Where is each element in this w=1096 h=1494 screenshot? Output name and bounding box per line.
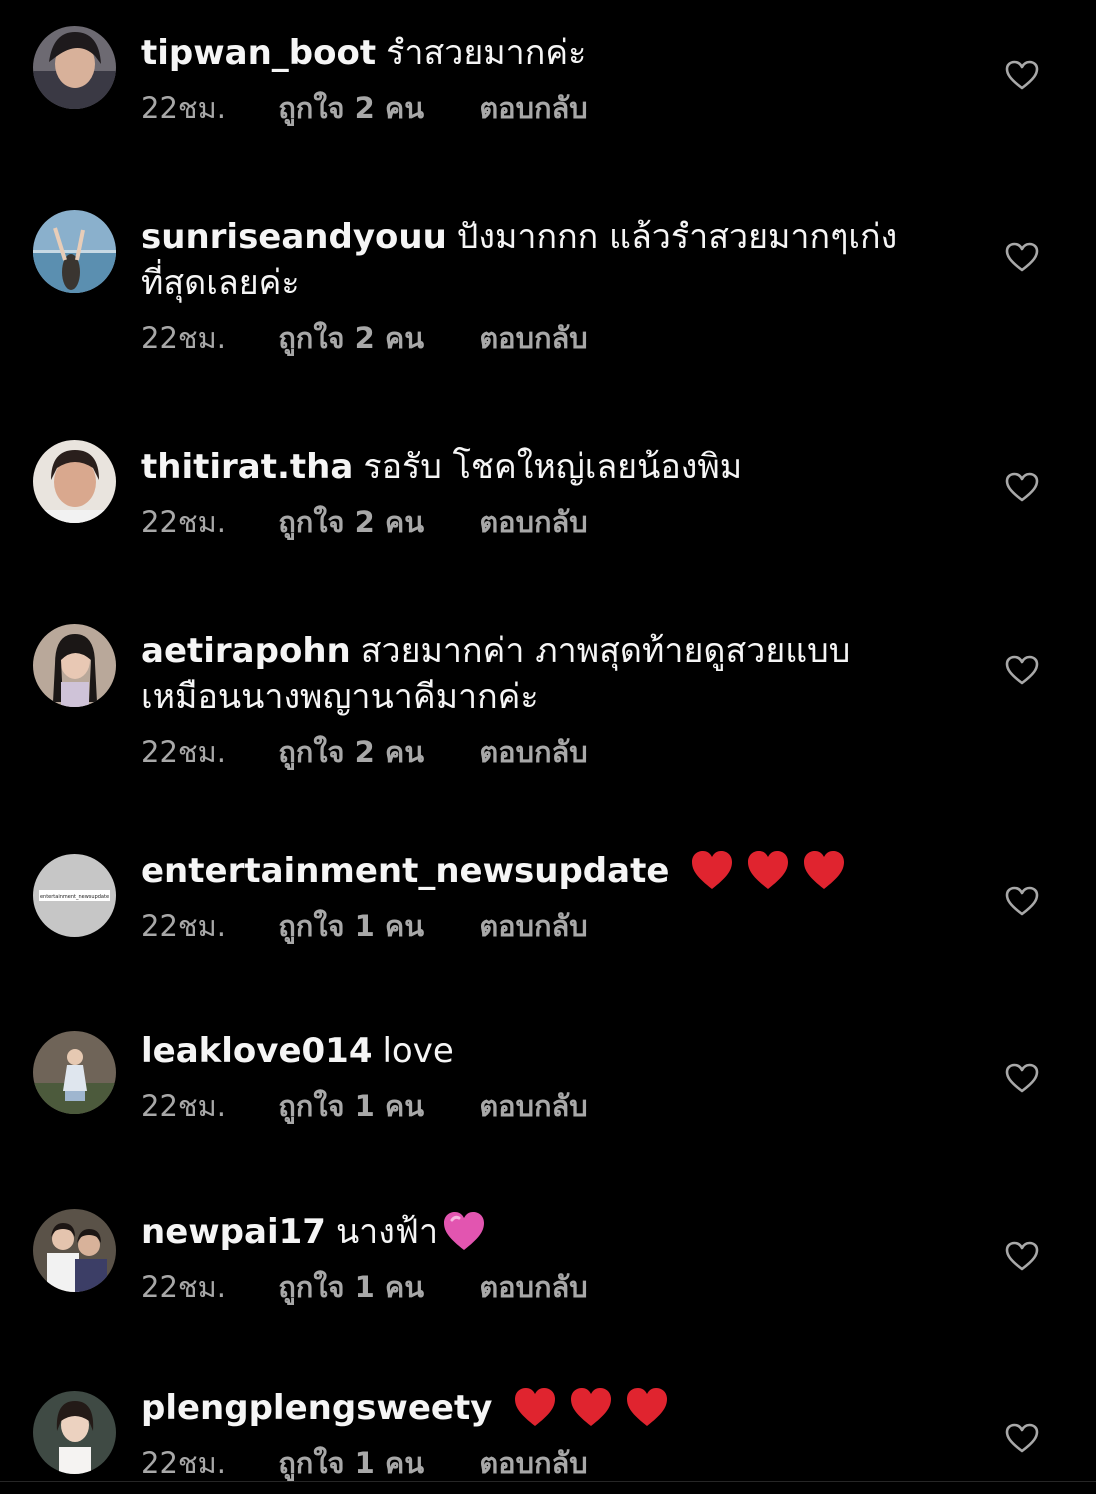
heart-outline-icon — [1005, 472, 1039, 502]
avatar[interactable] — [33, 624, 116, 707]
comment-username[interactable]: leaklove014 — [141, 1031, 372, 1071]
comment-username[interactable]: entertainment_newsupdate — [141, 851, 669, 891]
heart-outline-icon — [1005, 1063, 1039, 1093]
pink-heart-emoji — [444, 1211, 485, 1250]
comment-text: love — [382, 1031, 454, 1071]
heart-outline-icon — [1005, 886, 1039, 916]
red-heart-emoji — [515, 1387, 556, 1426]
red-heart-emoji — [748, 850, 789, 889]
like-button[interactable] — [1002, 1236, 1042, 1276]
heart-outline-icon — [1005, 60, 1039, 90]
like-button[interactable] — [1002, 650, 1042, 690]
comment-meta: 22ชม. ถูกใจ 1 คน ตอบกลับ — [141, 1267, 921, 1307]
comment-time: 22ชม. — [141, 735, 226, 769]
comment-meta: 22ชม. ถูกใจ 1 คน ตอบกลับ — [141, 1086, 921, 1126]
comment-time: 22ชม. — [141, 91, 226, 125]
comment-meta: 22ชม. ถูกใจ 2 คน ตอบกลับ — [141, 502, 921, 542]
comment-meta: 22ชม. ถูกใจ 2 คน ตอบกลับ — [141, 88, 921, 128]
red-heart-emoji — [571, 1387, 612, 1426]
divider — [0, 1481, 1096, 1482]
like-button[interactable] — [1002, 237, 1042, 277]
comment-time: 22ชม. — [141, 1270, 226, 1304]
comment-likes[interactable]: ถูกใจ 1 คน — [278, 1086, 424, 1126]
avatar[interactable]: entertainment_newsupdate — [33, 854, 116, 937]
comment-likes[interactable]: ถูกใจ 1 คน — [278, 1443, 424, 1483]
avatar[interactable] — [33, 440, 116, 523]
comment-likes[interactable]: ถูกใจ 1 คน — [278, 1267, 424, 1307]
comment-username[interactable]: aetirapohn — [141, 631, 351, 671]
avatar[interactable] — [33, 210, 116, 293]
avatar[interactable] — [33, 26, 116, 109]
comment-likes[interactable]: ถูกใจ 2 คน — [278, 318, 424, 358]
heart-outline-icon — [1005, 1241, 1039, 1271]
comment-time: 22ชม. — [141, 1446, 226, 1480]
reply-button[interactable]: ตอบกลับ — [479, 502, 587, 542]
reply-button[interactable]: ตอบกลับ — [479, 732, 587, 772]
comment-text: นางฟ้า — [335, 1212, 439, 1252]
comment-time: 22ชม. — [141, 505, 226, 539]
like-button[interactable] — [1002, 881, 1042, 921]
reply-button[interactable]: ตอบกลับ — [479, 1086, 587, 1126]
like-button[interactable] — [1002, 55, 1042, 95]
comment-username[interactable]: newpai17 — [141, 1212, 326, 1252]
avatar[interactable] — [33, 1209, 116, 1292]
comment-meta: 22ชม. ถูกใจ 1 คน ตอบกลับ — [141, 906, 921, 946]
comment-meta: 22ชม. ถูกใจ 2 คน ตอบกลับ — [141, 318, 921, 358]
comment-username[interactable]: tipwan_boot — [141, 33, 376, 73]
comment-meta: 22ชม. ถูกใจ 1 คน ตอบกลับ — [141, 1443, 921, 1483]
comment-likes[interactable]: ถูกใจ 1 คน — [278, 906, 424, 946]
avatar[interactable] — [33, 1031, 116, 1114]
red-heart-emoji — [627, 1387, 668, 1426]
heart-outline-icon — [1005, 655, 1039, 685]
comment-text: รอรับ โชคใหญ่เลยน้องพิม — [363, 447, 743, 487]
comment-likes[interactable]: ถูกใจ 2 คน — [278, 732, 424, 772]
red-heart-emoji — [804, 850, 845, 889]
red-heart-emoji — [692, 850, 733, 889]
reply-button[interactable]: ตอบกลับ — [479, 88, 587, 128]
comment-username[interactable]: plengplengsweety — [141, 1388, 492, 1428]
comment-likes[interactable]: ถูกใจ 2 คน — [278, 502, 424, 542]
comment-text: รำสวยมากค่ะ — [386, 33, 587, 73]
reply-button[interactable]: ตอบกลับ — [479, 318, 587, 358]
avatar-label: entertainment_newsupdate — [40, 894, 109, 900]
reply-button[interactable]: ตอบกลับ — [479, 1267, 587, 1307]
comment-time: 22ชม. — [141, 1089, 226, 1123]
heart-outline-icon — [1005, 1423, 1039, 1453]
like-button[interactable] — [1002, 467, 1042, 507]
comment-time: 22ชม. — [141, 909, 226, 943]
heart-outline-icon — [1005, 242, 1039, 272]
comment-username[interactable]: sunriseandyouu — [141, 217, 447, 257]
comment-time: 22ชม. — [141, 321, 226, 355]
comment-meta: 22ชม. ถูกใจ 2 คน ตอบกลับ — [141, 732, 921, 772]
reply-button[interactable]: ตอบกลับ — [479, 906, 587, 946]
reply-button[interactable]: ตอบกลับ — [479, 1443, 587, 1483]
like-button[interactable] — [1002, 1058, 1042, 1098]
comment-username[interactable]: thitirat.tha — [141, 447, 353, 487]
like-button[interactable] — [1002, 1418, 1042, 1458]
avatar[interactable] — [33, 1391, 116, 1474]
comment-likes[interactable]: ถูกใจ 2 คน — [278, 88, 424, 128]
